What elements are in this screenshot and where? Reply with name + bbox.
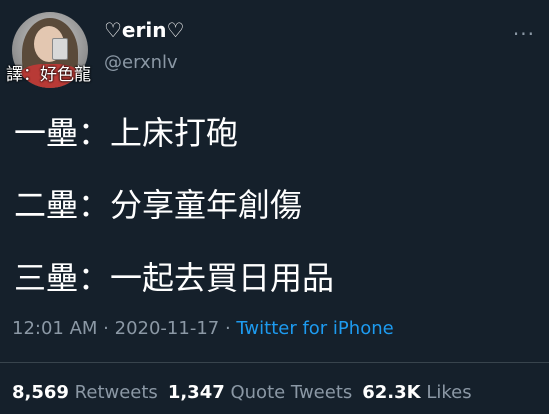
likes-label: Likes bbox=[426, 382, 472, 403]
retweets-count: 8,569 bbox=[12, 382, 69, 403]
quotes-stat[interactable]: 1,347 Quote Tweets bbox=[168, 382, 362, 403]
tweet-meta: 12:01 AM · 2020-11-17 · Twitter for iPho… bbox=[12, 318, 394, 339]
meta-separator: · bbox=[219, 318, 237, 339]
quotes-count: 1,347 bbox=[167, 382, 225, 403]
tweet-stats: 8,569 Retweets 1,347 Quote Tweets 62.3K Li… bbox=[12, 382, 482, 403]
retweets-stat[interactable]: 8,569 Retweets bbox=[12, 382, 168, 403]
tweet-time[interactable]: 12:01 AM bbox=[12, 318, 97, 339]
tweet-text-line-3: 三壘：一起去買日用品 bbox=[14, 259, 335, 297]
likes-count: 62.3K bbox=[362, 382, 421, 403]
retweets-label: Retweets bbox=[74, 382, 158, 403]
avatar-phone bbox=[52, 38, 68, 60]
tweet-text-line-1: 一壘：上床打砲 bbox=[14, 114, 239, 152]
divider bbox=[0, 362, 549, 363]
more-horizontal-icon[interactable]: ··· bbox=[513, 22, 535, 46]
display-name[interactable]: ♡erin♡ bbox=[104, 18, 184, 42]
tweet-source-link[interactable]: Twitter for iPhone bbox=[236, 318, 393, 339]
likes-stat[interactable]: 62.3K Likes bbox=[362, 382, 481, 403]
meta-separator: · bbox=[97, 318, 115, 339]
tweet-date[interactable]: 2020-11-17 bbox=[115, 318, 220, 339]
tweet-text-line-2: 二壘：分享童年創傷 bbox=[14, 186, 303, 224]
translator-credit: 譯：好色龍 bbox=[6, 65, 91, 85]
quotes-label: Quote Tweets bbox=[230, 382, 353, 403]
user-handle[interactable]: @erxnlv bbox=[104, 52, 178, 73]
tweet: 譯：好色龍 ♡erin♡ @erxnlv ··· 一壘：上床打砲 二壘：分享童年… bbox=[0, 0, 549, 414]
